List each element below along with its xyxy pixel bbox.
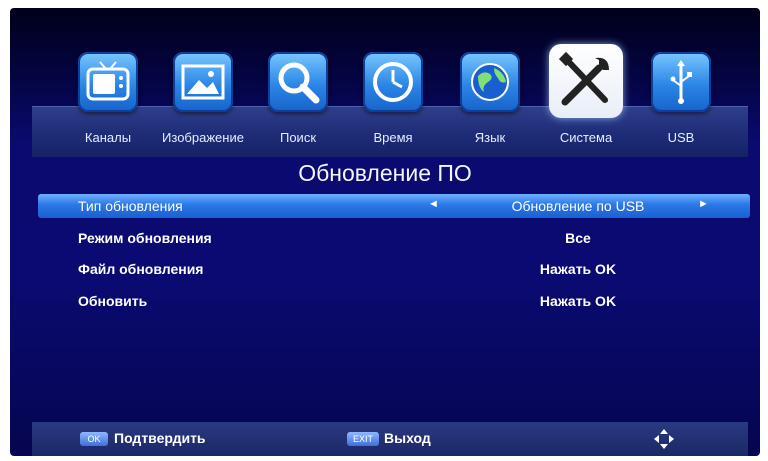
exit-label: Выход <box>384 430 431 446</box>
tab-picture[interactable]: Изображение <box>160 8 246 158</box>
setting-label: Тип обновления <box>78 198 183 214</box>
setting-value: Нажать OK <box>539 261 617 277</box>
tab-time[interactable]: Время <box>350 8 436 158</box>
tab-channels[interactable]: Каналы <box>65 8 151 158</box>
picture-icon <box>173 52 233 112</box>
ok-key-badge[interactable]: OK <box>80 432 108 446</box>
tv-icon <box>78 52 138 112</box>
footer-bar: OK Подтвердить EXIT Выход <box>32 422 748 456</box>
tab-usb[interactable]: USB <box>638 8 724 158</box>
tab-label: Каналы <box>84 130 132 145</box>
confirm-label: Подтвердить <box>114 430 206 446</box>
setting-label: Режим обновления <box>78 230 212 246</box>
setting-value: Все <box>565 230 591 246</box>
tools-icon <box>549 44 623 118</box>
clock-icon <box>363 52 423 112</box>
tab-label: USB <box>667 130 695 145</box>
usb-icon <box>651 52 711 112</box>
tab-search[interactable]: Поиск <box>255 8 341 158</box>
setting-row-update-type[interactable]: Тип обновления ◄ Обновление по USB ► <box>38 194 750 218</box>
setting-label: Файл обновления <box>78 261 204 277</box>
globe-icon <box>460 52 520 112</box>
setting-value: Нажать OK <box>539 293 617 309</box>
search-icon <box>268 52 328 112</box>
setting-label: Обновить <box>78 293 148 309</box>
arrow-right-icon[interactable]: ► <box>698 198 709 210</box>
dpad-icon <box>654 429 674 449</box>
tab-label: Язык <box>474 130 506 145</box>
setting-row-update-mode[interactable]: Режим обновления Все <box>38 226 750 250</box>
tab-language[interactable]: Язык <box>447 8 533 158</box>
page-title: Обновление ПО <box>298 160 472 186</box>
tab-label: Поиск <box>279 130 317 145</box>
tab-system[interactable]: Система <box>543 8 629 158</box>
setting-row-update-file[interactable]: Файл обновления Нажать OK <box>38 257 750 281</box>
setting-row-update[interactable]: Обновить Нажать OK <box>38 289 750 313</box>
tab-label: Изображение <box>162 130 244 145</box>
tab-label: Система <box>559 130 613 145</box>
tv-screen: Каналы Изображение Поиск Время Язык Сист… <box>10 8 760 456</box>
setting-value: Обновление по USB <box>511 198 645 214</box>
arrow-left-icon[interactable]: ◄ <box>428 198 439 210</box>
tab-label: Время <box>373 130 413 145</box>
exit-key-badge[interactable]: EXIT <box>347 432 379 446</box>
